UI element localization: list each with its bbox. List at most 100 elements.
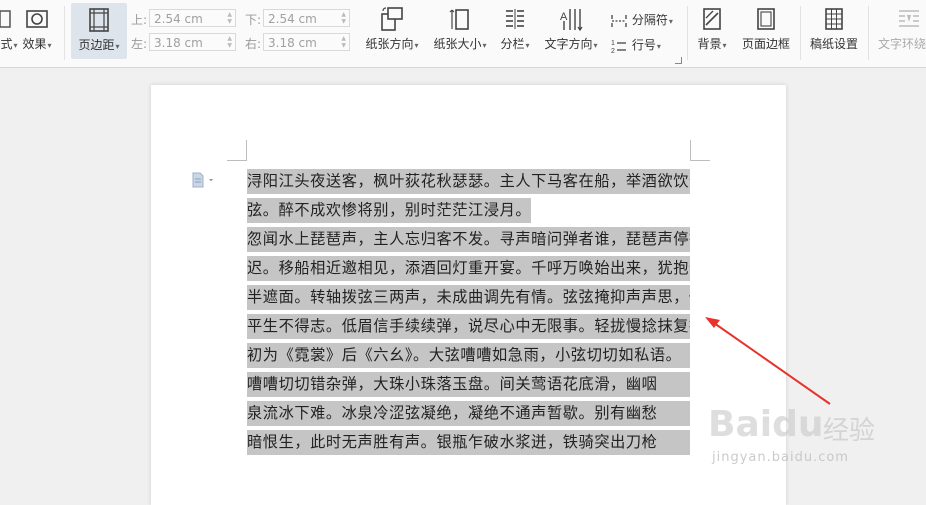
document-line[interactable]: 嘈嘈切切错杂弹，大珠小珠落玉盘。间关莺语花底滑，幽咽	[247, 372, 690, 397]
divider	[687, 6, 688, 60]
margins-label: 页边距	[78, 38, 115, 52]
selected-text[interactable]: 泉流冰下难。冰泉冷涩弦凝绝，凝绝不通声暂歇。别有幽愁	[247, 401, 690, 426]
text-direction-button[interactable]: A 文字方向▾	[541, 6, 601, 52]
chevron-down-icon: ▾	[115, 42, 120, 51]
selected-text[interactable]: 浔阳江头夜送客，枫叶荻花秋瑟瑟。主人下马客在船，举酒欲饮无管	[247, 169, 690, 194]
selected-text[interactable]: 忽闻水上琵琶声，主人忘归客不发。寻声暗问弹者谁，琵琶声停欲语	[247, 227, 690, 252]
chevron-down-icon: ▾	[656, 42, 661, 51]
manuscript-settings-button[interactable]: 稿纸设置	[808, 6, 860, 52]
watermark-brand: Baidu	[708, 404, 824, 445]
ribbon-toolbar: 式▾ 效果▾ 页边距▾ 上: 2.54 cm ▲ ▼ 左: 3.18 cm ▲ ▼ …	[0, 0, 926, 68]
margins-button[interactable]: 页边距▾	[71, 3, 127, 59]
paper-size-label: 纸张大小	[433, 37, 482, 51]
crop-mark	[690, 160, 710, 161]
text-wrap-label: 文字环绕	[878, 37, 926, 51]
effects-icon	[26, 10, 48, 28]
margin-top-input[interactable]: 2.54 cm ▲ ▼	[149, 9, 236, 27]
chevron-down-icon: ▾	[722, 41, 727, 50]
document-line[interactable]: 忽闻水上琵琶声，主人忘归客不发。寻声暗问弹者谁，琵琶声停欲语	[247, 227, 690, 252]
chevron-down-icon: ▾	[47, 41, 52, 50]
manuscript-settings-label: 稿纸设置	[809, 37, 858, 51]
spinner-icon[interactable]: ▲ ▼	[227, 35, 232, 49]
crop-mark	[246, 140, 247, 161]
chevron-down-icon: ▾	[525, 41, 530, 50]
chevron-down-icon: ▾	[668, 17, 673, 26]
margin-left-label: 左:	[131, 37, 148, 51]
margin-bottom-label: 下:	[245, 13, 262, 27]
breaks-icon	[611, 14, 627, 27]
text-direction-label: 文字方向	[544, 37, 593, 51]
orientation-icon	[381, 7, 403, 31]
document-line[interactable]: 浔阳江头夜送客，枫叶荻花秋瑟瑟。主人下马客在船，举酒欲饮无管	[247, 169, 690, 194]
document-line[interactable]: 弦。醉不成欢惨将别，别时茫茫江浸月。	[247, 198, 690, 223]
margin-right-input[interactable]: 3.18 cm ▲ ▼	[263, 33, 350, 51]
document-line[interactable]: 迟。移船相近邀相见，添酒回灯重开宴。千呼万唤始出来，犹抱琵琶	[247, 256, 690, 281]
selected-text[interactable]: 弦。醉不成欢惨将别，别时茫茫江浸月。	[247, 198, 532, 223]
document-line[interactable]: 泉流冰下难。冰泉冷涩弦凝绝，凝绝不通声暂歇。别有幽愁	[247, 401, 690, 426]
selected-text[interactable]: 暗恨生，此时无声胜有声。银瓶乍破水浆迸，铁骑突出刀枪	[247, 430, 690, 455]
watermark-brand-cn: 经验	[823, 416, 876, 446]
document-body[interactable]: 浔阳江头夜送客，枫叶荻花秋瑟瑟。主人下马客在船，举酒欲饮无管 弦。醉不成欢惨将别，…	[247, 169, 690, 459]
svg-text:1: 1	[611, 40, 615, 47]
margin-right-label: 右:	[245, 37, 262, 51]
background-label: 背景	[697, 37, 722, 51]
effects-button[interactable]: 效果▾	[20, 6, 54, 52]
manuscript-grid-icon	[825, 8, 843, 30]
text-wrap-icon	[899, 10, 919, 27]
svg-text:2: 2	[611, 48, 615, 54]
text-wrap-button[interactable]: 文字环绕	[878, 6, 926, 52]
selected-text[interactable]: 初为《霓裳》后《六幺》。大弦嘈嘈如急雨，小弦切切如私语。	[247, 343, 690, 368]
document-line[interactable]: 暗恨生，此时无声胜有声。银瓶乍破水浆迸，铁骑突出刀枪	[247, 430, 690, 455]
divider	[800, 6, 801, 60]
chevron-down-icon: ▾	[593, 41, 598, 50]
columns-button[interactable]: 分栏▾	[496, 6, 534, 52]
margins-icon	[89, 8, 109, 32]
divider	[64, 6, 65, 60]
breaks-button[interactable]: 分隔符▾	[610, 11, 673, 29]
document-line[interactable]: 半遮面。转轴拨弦三两声，未成曲调先有情。弦弦掩抑声声思，似诉	[247, 285, 690, 310]
margin-bottom-value: 2.54 cm	[268, 12, 317, 26]
page-border-label: 页面边框	[741, 37, 790, 51]
margin-top-value: 2.54 cm	[154, 12, 203, 26]
crop-mark	[690, 140, 691, 161]
divider	[868, 6, 869, 60]
margin-bottom-input[interactable]: 2.54 cm ▲ ▼	[263, 9, 350, 27]
document-icon	[192, 172, 213, 188]
margin-left-value: 3.18 cm	[154, 36, 203, 50]
selected-text[interactable]: 平生不得志。低眉信手续续弹，说尽心中无限事。轻拢慢捻抹复挑，	[247, 314, 690, 339]
background-button[interactable]: 背景▾	[694, 6, 730, 52]
page-border-icon	[757, 8, 775, 30]
line-numbers-icon: 1 2	[611, 40, 626, 54]
selected-text[interactable]: 嘈嘈切切错杂弹，大珠小珠落玉盘。间关莺语花底滑，幽咽	[247, 372, 690, 397]
document-line[interactable]: 初为《霓裳》后《六幺》。大弦嘈嘈如急雨，小弦切切如私语。	[247, 343, 690, 368]
background-icon	[703, 8, 721, 30]
spinner-icon[interactable]: ▲ ▼	[341, 35, 346, 49]
document-line[interactable]: 平生不得志。低眉信手续续弹，说尽心中无限事。轻拢慢捻抹复挑，	[247, 314, 690, 339]
margin-left-input[interactable]: 3.18 cm ▲ ▼	[149, 33, 236, 51]
line-numbers-button[interactable]: 1 2 行号▾	[610, 36, 661, 54]
spinner-icon[interactable]: ▲ ▼	[341, 11, 346, 25]
columns-label: 分栏	[500, 37, 525, 51]
margin-right-value: 3.18 cm	[268, 36, 317, 50]
selected-text[interactable]: 半遮面。转轴拨弦三两声，未成曲调先有情。弦弦掩抑声声思，似诉	[247, 285, 690, 310]
orientation-label: 纸张方向	[365, 37, 414, 51]
chevron-down-icon: ▾	[482, 41, 487, 50]
line-numbers-label: 行号	[631, 38, 656, 52]
paper-size-button[interactable]: 纸张大小▾	[428, 6, 492, 52]
page-border-button[interactable]: 页面边框	[740, 6, 792, 52]
paper-size-icon	[449, 9, 469, 30]
paragraph-handle[interactable]	[191, 172, 219, 192]
chevron-down-icon: ▾	[414, 41, 419, 50]
spinner-icon[interactable]: ▲ ▼	[227, 11, 232, 25]
text-direction-icon: A	[560, 9, 583, 32]
selected-text[interactable]: 迟。移船相近邀相见，添酒回灯重开宴。千呼万唤始出来，犹抱琵琶	[247, 256, 690, 281]
style-label: 式	[0, 37, 13, 51]
watermark-url: jingyan.baidu.com	[712, 450, 849, 465]
chevron-down-icon: ▾	[13, 41, 18, 50]
baidu-watermark: Baidu 经验 jingyan.baidu.com	[708, 404, 875, 465]
columns-icon	[506, 9, 524, 29]
effects-label: 效果	[22, 37, 47, 51]
orientation-button[interactable]: 纸张方向▾	[360, 6, 424, 52]
crop-mark	[227, 160, 247, 161]
page-setup-dialog-launcher[interactable]	[675, 57, 682, 64]
